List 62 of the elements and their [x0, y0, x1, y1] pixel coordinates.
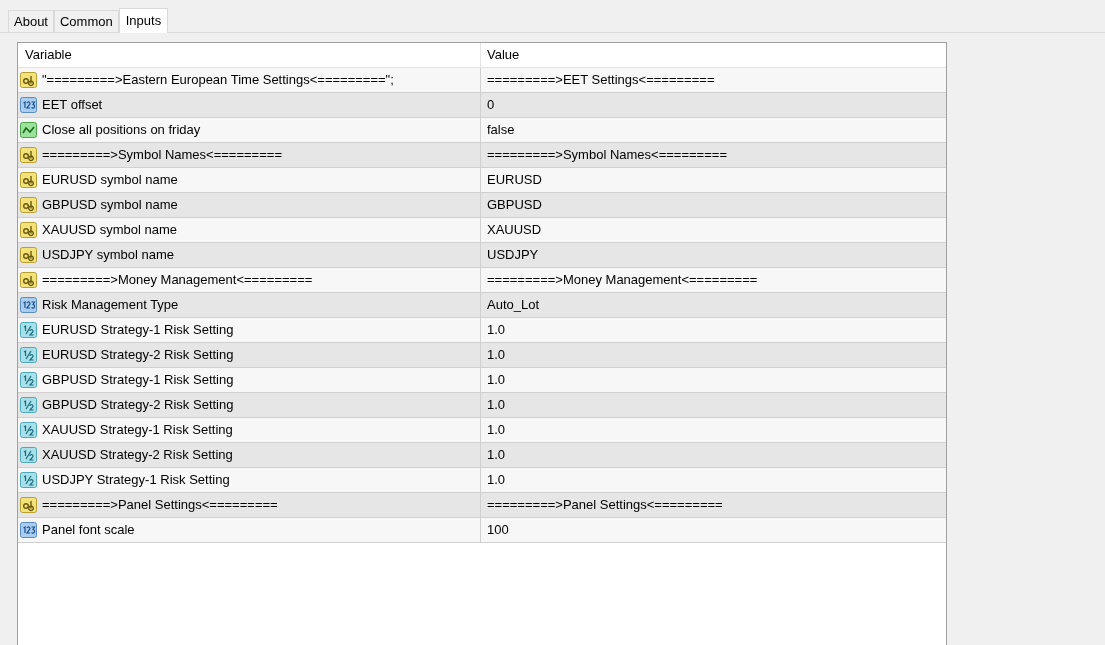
text-type-icon — [20, 196, 38, 214]
text-type-icon — [20, 171, 38, 189]
variable-value[interactable]: =========>Money Management<========= — [487, 270, 758, 290]
text-type-icon — [20, 146, 38, 164]
tab[interactable]: About — [8, 10, 54, 32]
variable-value[interactable]: 1.0 — [487, 370, 506, 390]
variable-name: EET offset — [42, 96, 103, 115]
text-type-icon — [20, 71, 38, 89]
variable-value[interactable]: 1.0 — [487, 395, 506, 415]
variable-value[interactable]: 100 — [487, 520, 509, 540]
variable-name: EURUSD Strategy-2 Risk Setting — [42, 346, 234, 365]
variable-name: USDJPY Strategy-1 Risk Setting — [42, 471, 230, 490]
variable-name: GBPUSD symbol name — [42, 196, 178, 215]
text-type-icon — [20, 271, 38, 289]
variable-name: =========>Money Management<========= — [42, 271, 313, 290]
variable-value[interactable]: 1.0 — [487, 420, 506, 440]
variable-name: GBPUSD Strategy-2 Risk Setting — [42, 396, 234, 415]
variable-name: XAUUSD Strategy-1 Risk Setting — [42, 421, 233, 440]
variable-name: EURUSD symbol name — [42, 171, 178, 190]
variable-value[interactable]: XAUUSD — [487, 220, 542, 240]
column-header[interactable]: Variable — [18, 43, 481, 67]
variable-value[interactable]: USDJPY — [487, 245, 539, 265]
fraction-type-icon — [20, 371, 38, 389]
fraction-type-icon — [20, 396, 38, 414]
variable-value[interactable]: EURUSD — [487, 170, 542, 190]
variable-name: XAUUSD Strategy-2 Risk Setting — [42, 446, 233, 465]
column-header[interactable]: Value — [481, 43, 946, 67]
variable-value[interactable]: 0 — [487, 95, 495, 115]
variable-value[interactable]: =========>EET Settings<========= — [487, 70, 715, 90]
variable-value[interactable]: 1.0 — [487, 320, 506, 340]
text-type-icon — [20, 221, 38, 239]
toggle-type-icon — [20, 121, 38, 139]
number-type-icon — [20, 296, 38, 314]
variable-value[interactable]: 1.0 — [487, 470, 506, 490]
variable-name: USDJPY symbol name — [42, 246, 174, 265]
tab[interactable]: Inputs — [118, 8, 169, 33]
text-type-icon — [20, 246, 38, 264]
fraction-type-icon — [20, 446, 38, 464]
variable-name: =========>Symbol Names<========= — [42, 146, 282, 165]
variable-name: "=========>Eastern European Time Settings<========="; — [42, 71, 394, 90]
text-type-icon — [20, 496, 38, 514]
number-type-icon — [20, 96, 38, 114]
tab[interactable]: Common — [54, 10, 119, 32]
variable-value[interactable]: =========>Symbol Names<========= — [487, 145, 727, 165]
fraction-type-icon — [20, 421, 38, 439]
variable-value[interactable]: =========>Panel Settings<========= — [487, 495, 723, 515]
variable-name: EURUSD Strategy-1 Risk Setting — [42, 321, 234, 340]
variable-name: XAUUSD symbol name — [42, 221, 178, 240]
variable-name: Panel font scale — [42, 521, 135, 540]
variable-name: Close all positions on friday — [42, 121, 201, 140]
fraction-type-icon — [20, 471, 38, 489]
fraction-type-icon — [20, 321, 38, 339]
variable-value[interactable]: 1.0 — [487, 445, 506, 465]
variable-value[interactable]: false — [487, 120, 515, 140]
variable-value[interactable]: GBPUSD — [487, 195, 542, 215]
variable-name: =========>Panel Settings<========= — [42, 496, 278, 515]
variable-value[interactable]: 1.0 — [487, 345, 506, 365]
fraction-type-icon — [20, 346, 38, 364]
variable-name: GBPUSD Strategy-1 Risk Setting — [42, 371, 234, 390]
variable-value[interactable]: Auto_Lot — [487, 295, 540, 315]
variable-name: Risk Management Type — [42, 296, 179, 315]
number-type-icon — [20, 521, 38, 539]
